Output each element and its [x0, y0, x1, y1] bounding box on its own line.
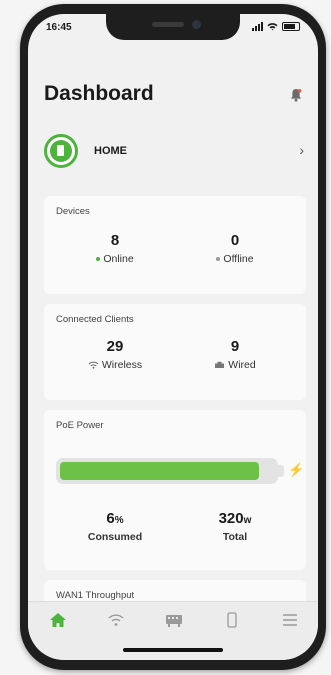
online-dot-icon [96, 257, 101, 262]
total-value: 320 [218, 510, 244, 527]
card-title: Devices [56, 206, 90, 217]
consumed-label: Consumed [87, 531, 143, 543]
card-title: Connected Clients [56, 314, 134, 325]
clients-card[interactable]: Connected Clients 29 Wireless 9 Wired [44, 304, 306, 400]
speaker [152, 22, 184, 27]
phone-frame: 16:45 Dashboard HOME › Devices 8 Online … [20, 4, 326, 670]
consumed-stat: 6% Consumed [60, 510, 170, 543]
notification-bell-icon[interactable] [290, 88, 302, 102]
offline-count: 0 [230, 232, 240, 249]
status-icons [252, 22, 300, 31]
battery-tip [278, 465, 284, 477]
status-time: 16:45 [46, 22, 72, 33]
wireless-label: Wireless [101, 359, 143, 371]
site-avatar-icon [44, 134, 78, 168]
consumed-value: 6 [106, 510, 115, 527]
page-title: Dashboard [44, 82, 154, 105]
tab-wifi[interactable] [106, 612, 126, 628]
offline-dot-icon [216, 257, 221, 262]
ethernet-icon [215, 362, 225, 369]
consumed-unit: % [114, 515, 124, 526]
signal-icon [252, 22, 263, 31]
camera [192, 20, 201, 29]
notch [106, 14, 240, 40]
wireless-count: 29 [106, 338, 124, 355]
wifi-status-icon [267, 23, 278, 31]
total-unit: w [243, 515, 252, 526]
devices-card[interactable]: Devices 8 Online 0 Offline [44, 196, 306, 294]
offline-label: Offline [223, 253, 254, 265]
lightning-icon: ⚡ [288, 462, 305, 477]
wired-count: 9 [230, 338, 240, 355]
site-name: HOME [94, 145, 127, 157]
wireless-stat: 29 Wireless [60, 338, 170, 371]
total-stat: 320w Total [180, 510, 290, 543]
poe-usage-bar [56, 458, 284, 484]
tab-device[interactable] [222, 612, 242, 628]
home-indicator [123, 648, 223, 652]
poe-usage-fill [60, 462, 259, 480]
total-label: Total [222, 531, 248, 543]
online-count: 8 [110, 232, 120, 249]
online-label: Online [103, 253, 134, 265]
site-selector[interactable]: HOME › [44, 134, 306, 168]
online-stat: 8 Online [60, 232, 170, 265]
card-title: PoE Power [56, 420, 104, 431]
bottom-tab-bar [28, 601, 318, 660]
tab-home[interactable] [48, 612, 68, 628]
tab-switch[interactable] [164, 612, 184, 628]
app-screen: 16:45 Dashboard HOME › Devices 8 Online … [28, 14, 318, 660]
chevron-right-icon: › [299, 142, 304, 158]
wifi-icon [88, 361, 99, 369]
wired-label: Wired [228, 359, 256, 371]
offline-stat: 0 Offline [180, 232, 290, 265]
wired-stat: 9 Wired [180, 338, 290, 371]
battery-icon [282, 22, 300, 31]
tab-menu[interactable] [280, 612, 300, 628]
poe-card[interactable]: PoE Power ⚡ 6% Consumed 320w Total [44, 410, 306, 570]
card-title: WAN1 Throughput [56, 590, 135, 601]
